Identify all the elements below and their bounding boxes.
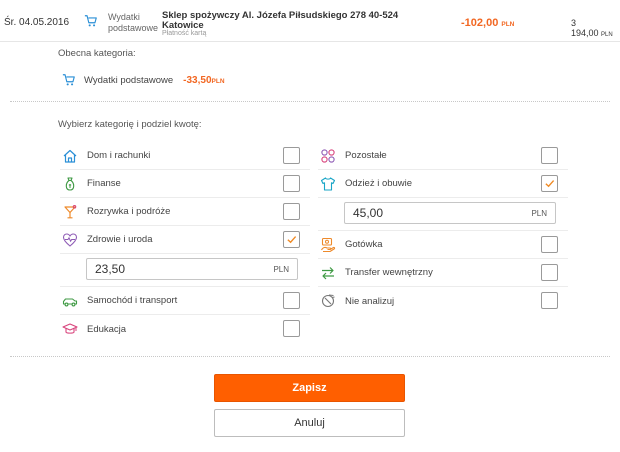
category-row-zdrowie[interactable]: Zdrowie i uroda (60, 226, 310, 254)
car-icon (62, 297, 78, 306)
transaction-merchant: Sklep spożywczy Al. Józefa Piłsudskiego … (162, 10, 399, 31)
category-label: Edukacja (87, 323, 127, 335)
category-row-finanse[interactable]: Finanse (60, 170, 310, 198)
category-label: Dom i rachunki (87, 150, 151, 161)
cash-icon (321, 237, 336, 252)
category-label: Zdrowie i uroda (87, 234, 153, 245)
split-amount-row-odziez: 45,00 PLN (318, 198, 568, 231)
category-label: Gotówka (345, 239, 383, 250)
category-checkbox-rozrywka[interactable] (283, 203, 300, 220)
split-amount-input-odziez[interactable]: 45,00 PLN (344, 202, 556, 224)
transaction-category: Wydatki podstawowe (108, 12, 159, 33)
category-row-transfer[interactable]: Transfer wewnętrzny (318, 259, 568, 287)
split-amount-value: 23,50 (95, 262, 126, 276)
category-checkbox-gotowka[interactable] (541, 236, 558, 253)
current-category-name: Wydatki podstawowe (84, 74, 174, 86)
category-checkbox-samochod[interactable] (283, 292, 300, 309)
category-row-nie-analizuj[interactable]: Nie analizuj (318, 287, 568, 315)
tshirt-icon (320, 176, 336, 191)
transaction-date: Śr. 04.05.2016 (4, 17, 70, 28)
category-checkbox-zdrowie[interactable] (283, 231, 300, 248)
cancel-button[interactable]: Anuluj (214, 409, 405, 437)
category-label: Odzież i obuwie (345, 178, 413, 189)
current-category: Wydatki podstawowe -33,50PLN (62, 72, 225, 88)
category-label: Pozostałe (345, 150, 387, 161)
category-label: Transfer wewnętrzny (345, 267, 433, 278)
current-category-amount: -33,50PLN (183, 75, 224, 86)
category-row-gotowka[interactable]: Gotówka (318, 231, 568, 259)
save-button[interactable]: Zapisz (214, 374, 405, 402)
transaction-balance-value: 3 194,00 (571, 18, 599, 38)
divider (10, 356, 610, 357)
split-amount-value: 45,00 (353, 206, 384, 220)
category-label: Finanse (87, 178, 121, 189)
transaction-balance: 3 194,00 PLN (571, 18, 620, 38)
transaction-amount-currency: PLN (501, 21, 515, 28)
circles-icon (321, 148, 335, 163)
transfer-arrows-icon (322, 266, 334, 279)
category-checkbox-dom[interactable] (283, 147, 300, 164)
category-checkbox-nie-analizuj[interactable] (541, 292, 558, 309)
category-checkbox-transfer[interactable] (541, 264, 558, 281)
category-checkbox-odziez[interactable] (541, 175, 558, 192)
transaction-payment-method: Płatność kartą (162, 30, 207, 37)
category-row-pozostale[interactable]: Pozostałe (318, 142, 568, 170)
heart-pulse-icon (62, 232, 78, 247)
divider (10, 101, 610, 102)
transaction-amount-value: -102,00 (461, 17, 499, 29)
split-amount-row-zdrowie: 23,50 PLN (60, 254, 310, 287)
category-checkbox-edukacja[interactable] (283, 320, 300, 337)
current-category-heading: Obecna kategoria: (58, 48, 136, 59)
shopping-cart-icon (62, 74, 75, 86)
category-column-left: Dom i rachunki Finanse Rozrywka i podróż… (60, 142, 310, 343)
category-row-odziez[interactable]: Odzież i obuwie (318, 170, 568, 198)
graduation-cap-icon (62, 323, 78, 334)
transaction-amount: -102,00 PLN (461, 17, 514, 29)
split-heading: Wybierz kategorię i podziel kwotę: (58, 119, 202, 130)
split-amount-currency: PLN (273, 264, 289, 274)
category-label: Rozrywka i podróże (87, 206, 171, 217)
category-column-right: Pozostałe Odzież i obuwie 45,00 PLN Gotó… (318, 142, 568, 315)
category-checkbox-pozostale[interactable] (541, 147, 558, 164)
transaction-balance-currency: PLN (601, 32, 613, 38)
category-row-rozrywka[interactable]: Rozrywka i podróże (60, 198, 310, 226)
current-category-amount-value: -33,50 (183, 74, 212, 86)
money-bag-icon (65, 176, 75, 191)
shopping-cart-icon (84, 15, 97, 27)
category-label: Nie analizuj (345, 295, 395, 307)
transaction-row: Śr. 04.05.2016 Wydatki podstawowe Sklep … (0, 0, 620, 42)
cocktail-icon (64, 204, 77, 218)
category-row-dom[interactable]: Dom i rachunki (60, 142, 310, 170)
no-analyze-icon (321, 294, 335, 308)
checkmark-icon (287, 236, 297, 244)
checkmark-icon (545, 180, 555, 188)
category-label: Samochód i transport (87, 295, 178, 306)
house-icon (63, 149, 77, 163)
split-amount-currency: PLN (531, 208, 547, 218)
category-row-edukacja[interactable]: Edukacja (60, 315, 310, 343)
category-row-samochod[interactable]: Samochód i transport (60, 287, 310, 315)
category-checkbox-finanse[interactable] (283, 175, 300, 192)
current-category-currency: PLN (211, 77, 225, 85)
split-amount-input-zdrowie[interactable]: 23,50 PLN (86, 258, 298, 280)
